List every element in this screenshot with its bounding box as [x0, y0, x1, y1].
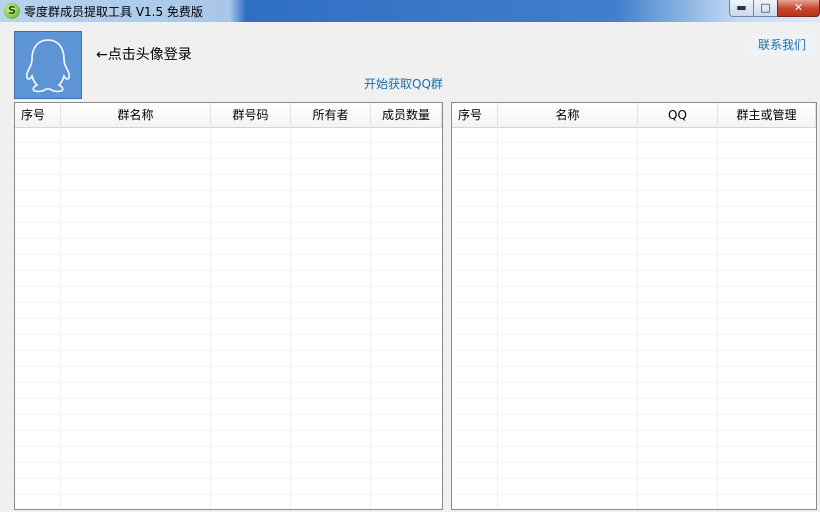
groups-table[interactable]: 序号 群名称 群号码 所有者 成员数量: [14, 102, 443, 510]
empty-row: [452, 255, 816, 271]
minimize-button[interactable]: ▬: [729, 0, 754, 17]
penguin-avatar-icon: [15, 32, 81, 98]
empty-row: [15, 255, 442, 271]
empty-row: [452, 271, 816, 287]
window-title-bar[interactable]: S 零度群成员提取工具 V1.5 免费版 ▬ □ ✕: [0, 0, 820, 22]
empty-row: [452, 207, 816, 223]
empty-row: [452, 367, 816, 383]
empty-row: [452, 191, 816, 207]
column-header-index[interactable]: 序号: [452, 103, 498, 127]
empty-row: [452, 335, 816, 351]
empty-row: [15, 127, 442, 143]
empty-row: [15, 351, 442, 367]
empty-row: [15, 399, 442, 415]
maximize-button[interactable]: □: [753, 0, 778, 17]
contact-us-button[interactable]: 联系我们: [750, 35, 814, 55]
empty-row: [15, 383, 442, 399]
empty-row: [15, 223, 442, 239]
fetch-qq-groups-button[interactable]: 开始获取QQ群: [364, 75, 443, 92]
column-header-group-name[interactable]: 群名称: [61, 103, 211, 127]
app-icon: S: [4, 3, 20, 19]
members-table[interactable]: 序号 名称 QQ 群主或管理: [451, 102, 817, 510]
members-table-header: 序号 名称 QQ 群主或管理: [452, 103, 816, 128]
maximize-icon: □: [760, 1, 771, 14]
empty-row: [452, 287, 816, 303]
members-table-body: [452, 127, 816, 509]
empty-row: [452, 383, 816, 399]
groups-table-body: [15, 127, 442, 509]
close-button[interactable]: ✕: [777, 0, 820, 17]
empty-row: [15, 271, 442, 287]
empty-row: [452, 415, 816, 431]
empty-row: [15, 495, 442, 509]
empty-row: [452, 351, 816, 367]
empty-row: [15, 319, 442, 335]
empty-row: [15, 175, 442, 191]
empty-row: [452, 431, 816, 447]
empty-row: [15, 367, 442, 383]
empty-row: [15, 143, 442, 159]
empty-row: [452, 495, 816, 509]
empty-row: [452, 479, 816, 495]
empty-row: [15, 447, 442, 463]
empty-row: [452, 463, 816, 479]
empty-row: [452, 127, 816, 143]
column-header-owner[interactable]: 所有者: [291, 103, 371, 127]
empty-row: [452, 159, 816, 175]
empty-row: [15, 335, 442, 351]
column-header-member-count[interactable]: 成员数量: [371, 103, 442, 127]
empty-row: [15, 463, 442, 479]
empty-row: [15, 159, 442, 175]
empty-row: [452, 223, 816, 239]
window-title: 零度群成员提取工具 V1.5 免费版: [24, 5, 203, 19]
empty-row: [452, 319, 816, 335]
groups-table-header: 序号 群名称 群号码 所有者 成员数量: [15, 103, 442, 128]
empty-row: [15, 207, 442, 223]
column-header-name[interactable]: 名称: [498, 103, 638, 127]
empty-row: [452, 175, 816, 191]
close-icon: ✕: [793, 1, 804, 14]
empty-row: [15, 239, 442, 255]
minimize-icon: ▬: [736, 1, 747, 14]
empty-row: [15, 191, 442, 207]
login-hint-label: ←点击头像登录: [96, 47, 192, 63]
empty-row: [452, 447, 816, 463]
empty-row: [15, 415, 442, 431]
empty-row: [452, 303, 816, 319]
column-header-index[interactable]: 序号: [15, 103, 61, 127]
empty-row: [15, 431, 442, 447]
empty-row: [15, 287, 442, 303]
empty-row: [15, 303, 442, 319]
empty-row: [452, 399, 816, 415]
column-header-owner-or-admin[interactable]: 群主或管理: [718, 103, 816, 127]
empty-row: [452, 239, 816, 255]
column-header-group-number[interactable]: 群号码: [211, 103, 291, 127]
empty-row: [452, 143, 816, 159]
empty-row: [15, 479, 442, 495]
column-header-qq[interactable]: QQ: [638, 103, 718, 127]
login-avatar[interactable]: [14, 31, 82, 99]
